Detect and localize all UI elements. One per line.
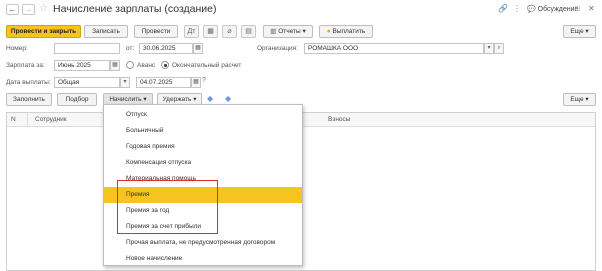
month-calendar-icon[interactable]: ▦: [110, 60, 120, 71]
more-button[interactable]: Еще ▾: [563, 25, 596, 38]
reports-button[interactable]: ▥ Отчеты ▾: [263, 25, 313, 38]
title-bar: ← → ☆ Начисление зарплаты (создание) 🔗 ⋮…: [0, 0, 602, 18]
close-icon[interactable]: ✕: [588, 5, 595, 13]
column-divider: [27, 113, 28, 127]
menu-item-other-payment[interactable]: Прочая выплата, не предусмотренная догов…: [104, 235, 302, 251]
discussion-button[interactable]: 💬 Обсуждение: [527, 5, 578, 13]
post-button[interactable]: Провести: [134, 25, 178, 38]
reports-icon: ▥: [270, 28, 277, 35]
document-icon[interactable]: ▤: [241, 25, 256, 38]
column-number[interactable]: N: [11, 116, 16, 123]
pay-type-select[interactable]: Общая: [54, 77, 120, 88]
pay-date-label: Дата выплаты:: [6, 79, 51, 86]
accrue-label: Начислить: [109, 96, 142, 103]
date-field[interactable]: 30.06.2025: [139, 43, 193, 54]
select-button[interactable]: Подбор: [57, 93, 97, 106]
advance-label: Аванс: [137, 62, 156, 69]
table-more-label: Еще: [570, 96, 584, 103]
chevron-down-icon[interactable]: ▾: [120, 77, 130, 88]
highlight-box: [117, 180, 218, 234]
table-icon[interactable]: ▦: [203, 25, 218, 38]
organization-label: Организация:: [257, 45, 299, 52]
dt-kt-icon[interactable]: Дт: [184, 25, 199, 38]
salary-for-label: Зарплата за:: [6, 62, 45, 69]
organization-field[interactable]: РОМАШКА ООО: [304, 43, 484, 54]
chevron-down-icon: ▾: [143, 96, 147, 103]
post-and-close-button[interactable]: Провести и закрыть: [6, 25, 81, 38]
pay-date-calendar-icon[interactable]: ▦: [191, 77, 201, 88]
final-calculation-radio[interactable]: [161, 61, 169, 69]
chat-icon: 💬: [527, 6, 536, 13]
discussion-label: Обсуждение: [537, 6, 579, 13]
save-button[interactable]: Записать: [84, 25, 128, 38]
chevron-down-icon: ▾: [585, 28, 589, 35]
reports-label: Отчеты: [278, 28, 301, 35]
chevron-down-icon: ▾: [585, 96, 589, 103]
more-vertical-icon[interactable]: ⋮: [513, 5, 521, 13]
coin-icon: ●: [326, 28, 331, 35]
fill-button[interactable]: Заполнить: [6, 93, 52, 106]
month-field[interactable]: Июнь 2025: [54, 60, 110, 71]
move-up-icon[interactable]: ◆: [207, 94, 213, 103]
back-button[interactable]: ←: [6, 4, 19, 15]
dropdown-icon[interactable]: ▾: [484, 43, 494, 54]
final-calculation-label: Окончательный расчет: [172, 62, 242, 69]
withhold-label: Удержать: [162, 96, 192, 103]
column-employee[interactable]: Сотрудник: [35, 116, 67, 123]
pay-date-field[interactable]: 04.07.2025: [136, 77, 191, 88]
chevron-down-icon: ▾: [193, 96, 197, 103]
link-icon[interactable]: 🔗: [498, 5, 508, 13]
move-down-icon[interactable]: ◆: [225, 94, 231, 103]
menu-item-new-accrual[interactable]: Новое начисление: [104, 251, 302, 267]
arrow-right-icon: →: [24, 5, 33, 14]
open-link-icon[interactable]: ⌕: [494, 43, 504, 54]
chevron-down-icon: ▾: [302, 28, 306, 35]
attachment-icon[interactable]: ⌀: [222, 25, 237, 38]
arrow-left-icon: ←: [8, 5, 17, 14]
menu-item-vacation[interactable]: Отпуск: [104, 107, 302, 123]
number-field[interactable]: [54, 43, 120, 54]
pay-button[interactable]: ● Выплатить: [319, 25, 373, 38]
favorite-star-icon[interactable]: ☆: [39, 4, 48, 14]
page-title: Начисление зарплаты (создание): [53, 3, 217, 15]
help-icon[interactable]: ?: [202, 77, 206, 84]
menu-item-sick-leave[interactable]: Больничный: [104, 123, 302, 139]
pay-label: Выплатить: [332, 28, 366, 35]
calendar-icon[interactable]: ▦: [193, 43, 203, 54]
advance-radio[interactable]: [126, 61, 134, 69]
forward-button[interactable]: →: [22, 4, 35, 15]
column-contributions[interactable]: Взносы: [328, 116, 350, 123]
more-label: Еще: [570, 28, 584, 35]
menu-item-annual-bonus[interactable]: Годовая премия: [104, 139, 302, 155]
number-label: Номер:: [6, 45, 28, 52]
table-more-button[interactable]: Еще ▾: [563, 93, 596, 106]
menu-item-vacation-compensation[interactable]: Компенсация отпуска: [104, 155, 302, 171]
date-from-label: от:: [126, 45, 135, 52]
maximize-icon[interactable]: □: [575, 5, 580, 13]
